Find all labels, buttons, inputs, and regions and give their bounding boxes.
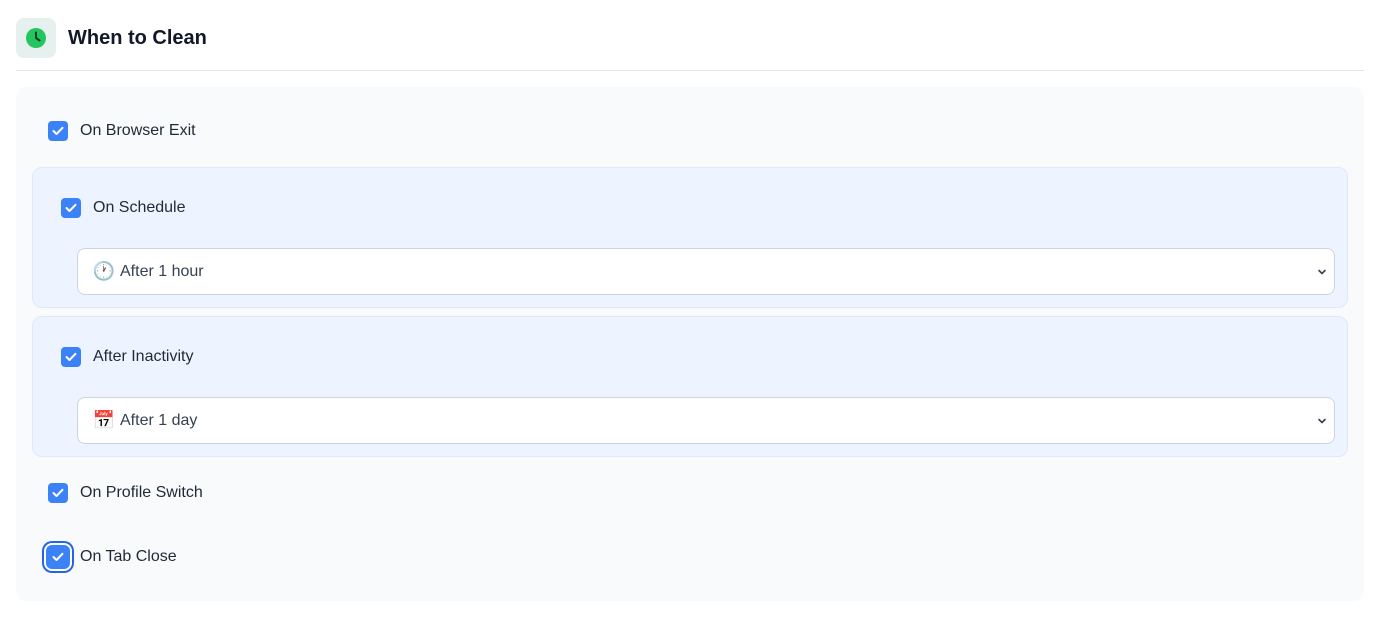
profile-switch-checkbox[interactable] <box>48 483 68 503</box>
calendar-emoji-icon: 📅 <box>92 410 116 430</box>
tab-close-label: On Tab Close <box>80 548 177 565</box>
schedule-group: On Schedule 🕐 After 1 hour <box>32 167 1348 308</box>
clock-emoji-icon: 🕐 <box>92 261 116 281</box>
chevron-down-icon <box>1318 418 1326 424</box>
tab-close-checkbox[interactable] <box>46 545 70 569</box>
schedule-interval-select[interactable]: 🕐 After 1 hour <box>77 248 1335 295</box>
schedule-checkbox[interactable] <box>61 198 81 218</box>
profile-switch-label: On Profile Switch <box>80 484 203 501</box>
inactivity-label: After Inactivity <box>93 348 194 365</box>
clock-icon <box>16 18 56 58</box>
section-header: When to Clean <box>16 18 1364 71</box>
check-icon <box>52 126 64 135</box>
profile-switch-option[interactable]: On Profile Switch <box>48 483 203 503</box>
schedule-interval-value: After 1 hour <box>120 262 204 280</box>
chevron-down-icon <box>1318 269 1326 275</box>
schedule-label: On Schedule <box>93 199 186 216</box>
inactivity-interval-select[interactable]: 📅 After 1 day <box>77 397 1335 444</box>
inactivity-group: After Inactivity 📅 After 1 day <box>32 316 1348 457</box>
inactivity-checkbox[interactable] <box>61 347 81 367</box>
clean-options-panel: On Browser Exit On Schedule 🕐 After 1 ho… <box>16 87 1364 601</box>
inactivity-interval-value: After 1 day <box>120 411 198 429</box>
browser-exit-label: On Browser Exit <box>80 122 196 139</box>
section-title: When to Clean <box>68 27 207 49</box>
check-icon <box>52 552 64 561</box>
browser-exit-option[interactable]: On Browser Exit <box>48 121 196 141</box>
inactivity-option[interactable]: After Inactivity <box>61 347 193 367</box>
tab-close-option[interactable]: On Tab Close <box>46 545 177 569</box>
check-icon <box>52 488 64 497</box>
browser-exit-checkbox[interactable] <box>48 121 68 141</box>
check-icon <box>65 352 77 361</box>
check-icon <box>65 203 77 212</box>
schedule-option[interactable]: On Schedule <box>61 198 186 218</box>
